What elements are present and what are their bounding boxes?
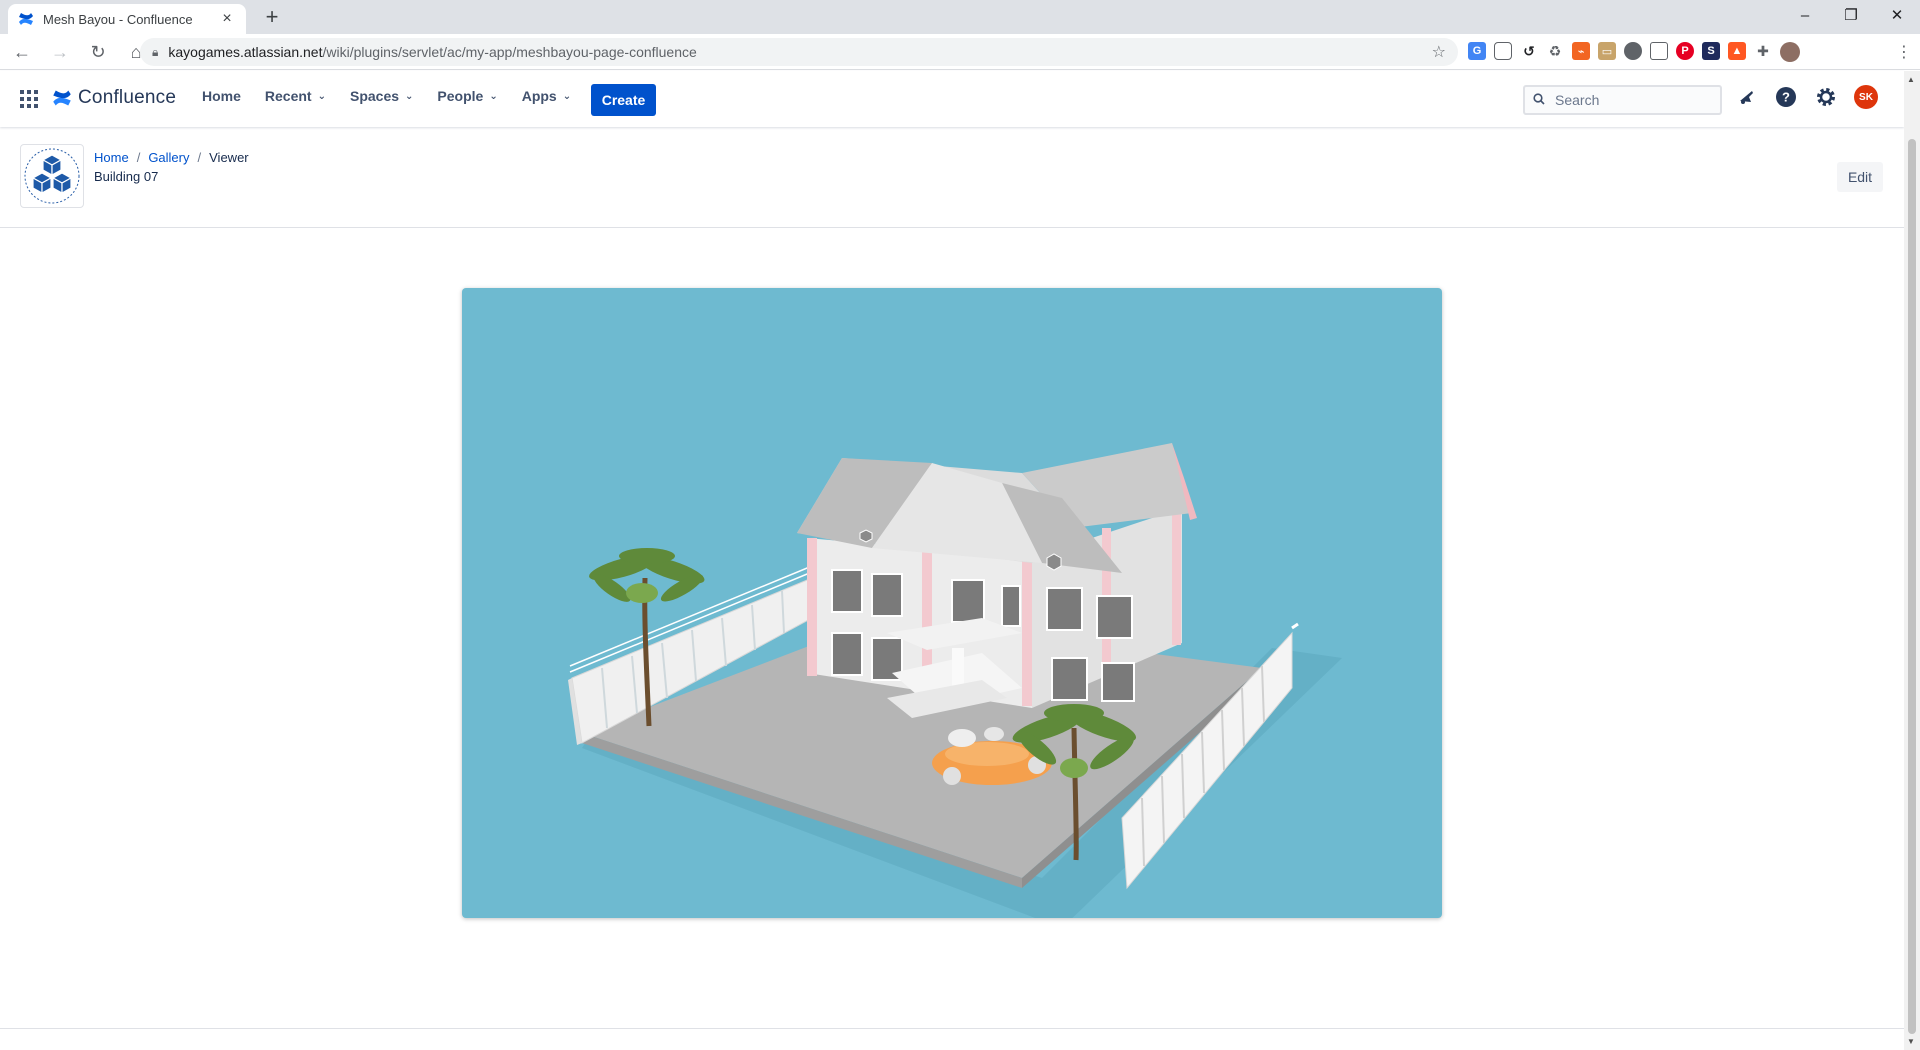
nav-apps[interactable]: Apps ⌄ — [522, 88, 571, 104]
nav-people[interactable]: People ⌄ — [437, 88, 497, 104]
nav-people-label: People — [437, 88, 484, 104]
footer-divider — [0, 1028, 1904, 1029]
breadcrumb-viewer: Viewer — [209, 150, 249, 165]
pinterest-extension-icon[interactable]: P — [1676, 42, 1694, 60]
puzzle-extensions-icon[interactable]: ✚ — [1754, 42, 1772, 60]
breadcrumb-gallery[interactable]: Gallery — [148, 150, 189, 165]
logo-text: Confluence — [78, 87, 177, 108]
confluence-header: Confluence Home Recent ⌄ Spaces ⌄ People ⌄ … — [0, 71, 1904, 127]
recycle-extension-icon[interactable]: ♻ — [1546, 42, 1564, 60]
page-title: Building 07 — [94, 169, 159, 184]
sync-extension-icon[interactable]: ↺ — [1520, 42, 1538, 60]
url-path: /wiki/plugins/servlet/ac/my-app/meshbayo… — [322, 44, 697, 60]
box-extension-icon[interactable]: ▭ — [1598, 42, 1616, 60]
browser-tab[interactable]: Mesh Bayou - Confluence × — [8, 4, 246, 34]
nav-home-label: Home — [202, 88, 241, 104]
window-controls: – ❐ ✕ — [1782, 0, 1920, 30]
help-icon[interactable]: ? — [1774, 85, 1798, 109]
chrome-profile-avatar[interactable] — [1780, 42, 1800, 62]
confluence-logo-icon — [53, 90, 71, 106]
nav-home[interactable]: Home — [202, 88, 241, 104]
chevron-down-icon: ⌄ — [489, 90, 498, 102]
create-button[interactable]: Create — [591, 84, 656, 116]
search-input[interactable]: Search — [1523, 85, 1722, 115]
model-viewer-canvas[interactable] — [462, 288, 1442, 918]
svg-text:?: ? — [1782, 90, 1790, 105]
settings-gear-icon[interactable] — [1814, 85, 1838, 109]
edit-button[interactable]: Edit — [1837, 162, 1883, 192]
extensions-bar: G ↺ ♻ ⌁ ▭ P S ▲ ✚ — [1468, 42, 1800, 62]
breadcrumb-home[interactable]: Home — [94, 150, 129, 165]
bookmark-star-icon[interactable]: ☆ — [1432, 42, 1446, 62]
rss-extension-icon[interactable]: ⌁ — [1572, 42, 1590, 60]
reload-icon[interactable]: ↻ — [82, 36, 114, 68]
translate-extension-icon[interactable]: G — [1468, 42, 1486, 60]
chevron-down-icon: ⌄ — [405, 90, 414, 102]
nav-recent-label: Recent — [264, 88, 312, 104]
url-bar[interactable]: 🔒︎ kayogames.atlassian.net/wiki/plugins/… — [140, 38, 1458, 66]
header-actions: ? SK — [1734, 85, 1878, 109]
url-host: kayogames.atlassian.net — [168, 44, 323, 60]
user-avatar[interactable]: SK — [1854, 85, 1878, 109]
forward-icon[interactable]: → — [44, 36, 76, 68]
confluence-favicon-icon — [19, 13, 33, 25]
scroll-up-icon[interactable]: ▲ — [1907, 75, 1915, 84]
pocket-extension-icon[interactable] — [1494, 42, 1512, 60]
page-header: Home / Gallery / Viewer Building 07 Edit — [0, 128, 1904, 228]
close-window-icon[interactable]: ✕ — [1874, 0, 1920, 30]
chrome-menu-icon[interactable]: ⋮ — [1896, 42, 1912, 62]
address-toolbar: ← → ↻ ⌂ 🔒︎ kayogames.atlassian.net/wiki/… — [0, 34, 1920, 70]
app-logo — [20, 144, 84, 208]
building-3d-model — [568, 443, 1342, 918]
search-icon — [1533, 92, 1545, 108]
breadcrumb-separator: / — [136, 150, 141, 165]
scroll-down-icon[interactable]: ▼ — [1907, 1037, 1915, 1046]
tab-close-icon[interactable]: × — [218, 10, 236, 28]
main-nav: Home Recent ⌄ Spaces ⌄ People ⌄ Apps ⌄ — [202, 88, 571, 104]
new-tab-icon[interactable]: + — [258, 4, 286, 30]
breadcrumb: Home / Gallery / Viewer — [94, 150, 249, 165]
breadcrumb-separator: / — [197, 150, 202, 165]
flame-extension-icon[interactable]: ▲ — [1728, 42, 1746, 60]
tab-title: Mesh Bayou - Confluence — [43, 11, 193, 27]
scroll-thumb[interactable] — [1908, 139, 1916, 1034]
screen-extension-icon[interactable] — [1650, 42, 1668, 60]
app-switcher-icon[interactable] — [20, 90, 38, 108]
nav-spaces-label: Spaces — [349, 88, 400, 104]
browser-tabbar: Mesh Bayou - Confluence × + – ❐ ✕ — [0, 0, 1920, 34]
chevron-down-icon: ⌄ — [317, 90, 326, 102]
cubes-logo-icon — [24, 148, 80, 204]
nav-recent[interactable]: Recent ⌄ — [265, 88, 326, 104]
page-scrollbar[interactable]: ▲ ▼ — [1904, 71, 1920, 1050]
search-placeholder: Search — [1555, 92, 1600, 108]
confluence-logo[interactable]: Confluence — [52, 87, 176, 109]
nav-spaces[interactable]: Spaces ⌄ — [350, 88, 413, 104]
lock-icon: 🔒︎ — [152, 44, 159, 59]
nav-apps-label: Apps — [521, 88, 557, 104]
chevron-down-icon: ⌄ — [562, 90, 572, 102]
minimize-icon[interactable]: – — [1782, 0, 1828, 30]
notifications-icon[interactable] — [1734, 85, 1758, 109]
circle-extension-icon[interactable] — [1624, 42, 1642, 60]
back-icon[interactable]: ← — [6, 36, 38, 68]
s-extension-icon[interactable]: S — [1702, 42, 1720, 60]
restore-icon[interactable]: ❐ — [1828, 0, 1874, 30]
